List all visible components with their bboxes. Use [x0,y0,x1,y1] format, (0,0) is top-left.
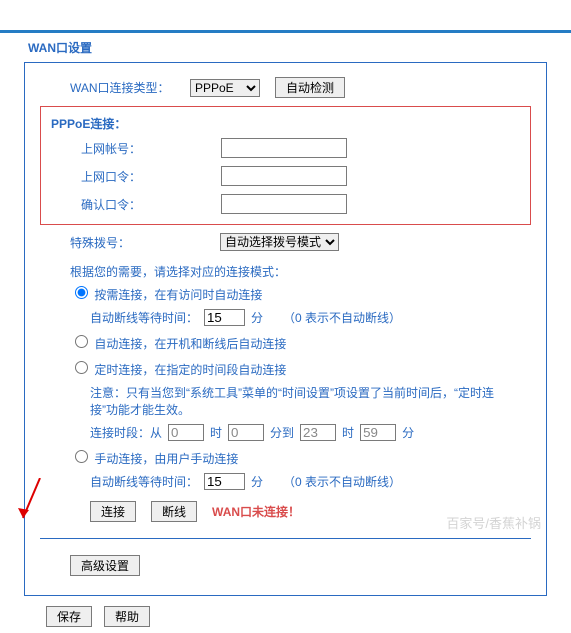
mode-timed-label: 定时连接，在指定的时间段自动连接 [94,363,286,377]
mode-auto-label: 自动连接，在开机和断线后自动连接 [94,337,286,351]
advanced-button[interactable]: 高级设置 [70,555,140,576]
connect-button[interactable]: 连接 [90,501,136,522]
wan-status: WAN口未连接！ [212,503,300,520]
panel-title: WAN口设置 [0,33,571,62]
minute-unit-2: 分 [251,473,263,490]
auto-detect-button[interactable]: 自动检测 [275,77,345,98]
special-dial-label: 特殊拨号： [40,234,190,251]
period-m1 [228,424,264,441]
wait-label-1: 自动断线等待时间： [90,309,198,326]
password-input[interactable] [221,166,347,186]
arrow-annotation [15,478,45,528]
timed-note: 注意：只有当您到“系统工具”菜单的“时间设置”项设置了当前时间后，“定时连接”功… [40,381,531,421]
period-h2 [300,424,336,441]
special-dial-select[interactable]: 自动选择拨号模式 [220,233,339,251]
confirm-input[interactable] [221,194,347,214]
wait-input-1[interactable] [204,309,245,326]
password-label: 上网口令： [51,168,221,185]
wait-label-2: 自动断线等待时间： [90,473,198,490]
period-label: 连接时段：从 [90,424,162,441]
confirm-label: 确认口令： [51,196,221,213]
save-button[interactable]: 保存 [46,606,92,627]
period-h1 [168,424,204,441]
minute-unit-1: 分 [251,309,263,326]
mode-manual-radio[interactable] [75,450,88,463]
mode-timed-radio[interactable] [75,361,88,374]
zero-note-1: （0 表示不自动断线） [283,309,401,326]
zero-note-2: （0 表示不自动断线） [283,473,401,490]
conn-type-label: WAN口连接类型： [40,79,190,96]
period-m2 [360,424,396,441]
account-input[interactable] [221,138,347,158]
conn-type-select[interactable]: PPPoE [190,79,260,97]
mode-ondemand-label: 按需连接，在有访问时自动连接 [94,288,262,302]
mode-manual-label: 手动连接，由用户手动连接 [94,452,238,466]
mode-hint: 根据您的需要，请选择对应的连接模式： [40,263,531,280]
disconnect-button[interactable]: 断线 [151,501,197,522]
mode-auto-radio[interactable] [75,335,88,348]
help-button[interactable]: 帮助 [104,606,150,627]
mode-ondemand-radio[interactable] [75,286,88,299]
account-label: 上网帐号： [51,140,221,157]
watermark: 百家号/香蕉补锅 [446,513,541,532]
pppoe-title: PPPoE连接： [51,113,520,134]
pppoe-section: PPPoE连接： 上网帐号： 上网口令： 确认口令： [40,106,531,225]
wait-input-2[interactable] [204,473,245,490]
